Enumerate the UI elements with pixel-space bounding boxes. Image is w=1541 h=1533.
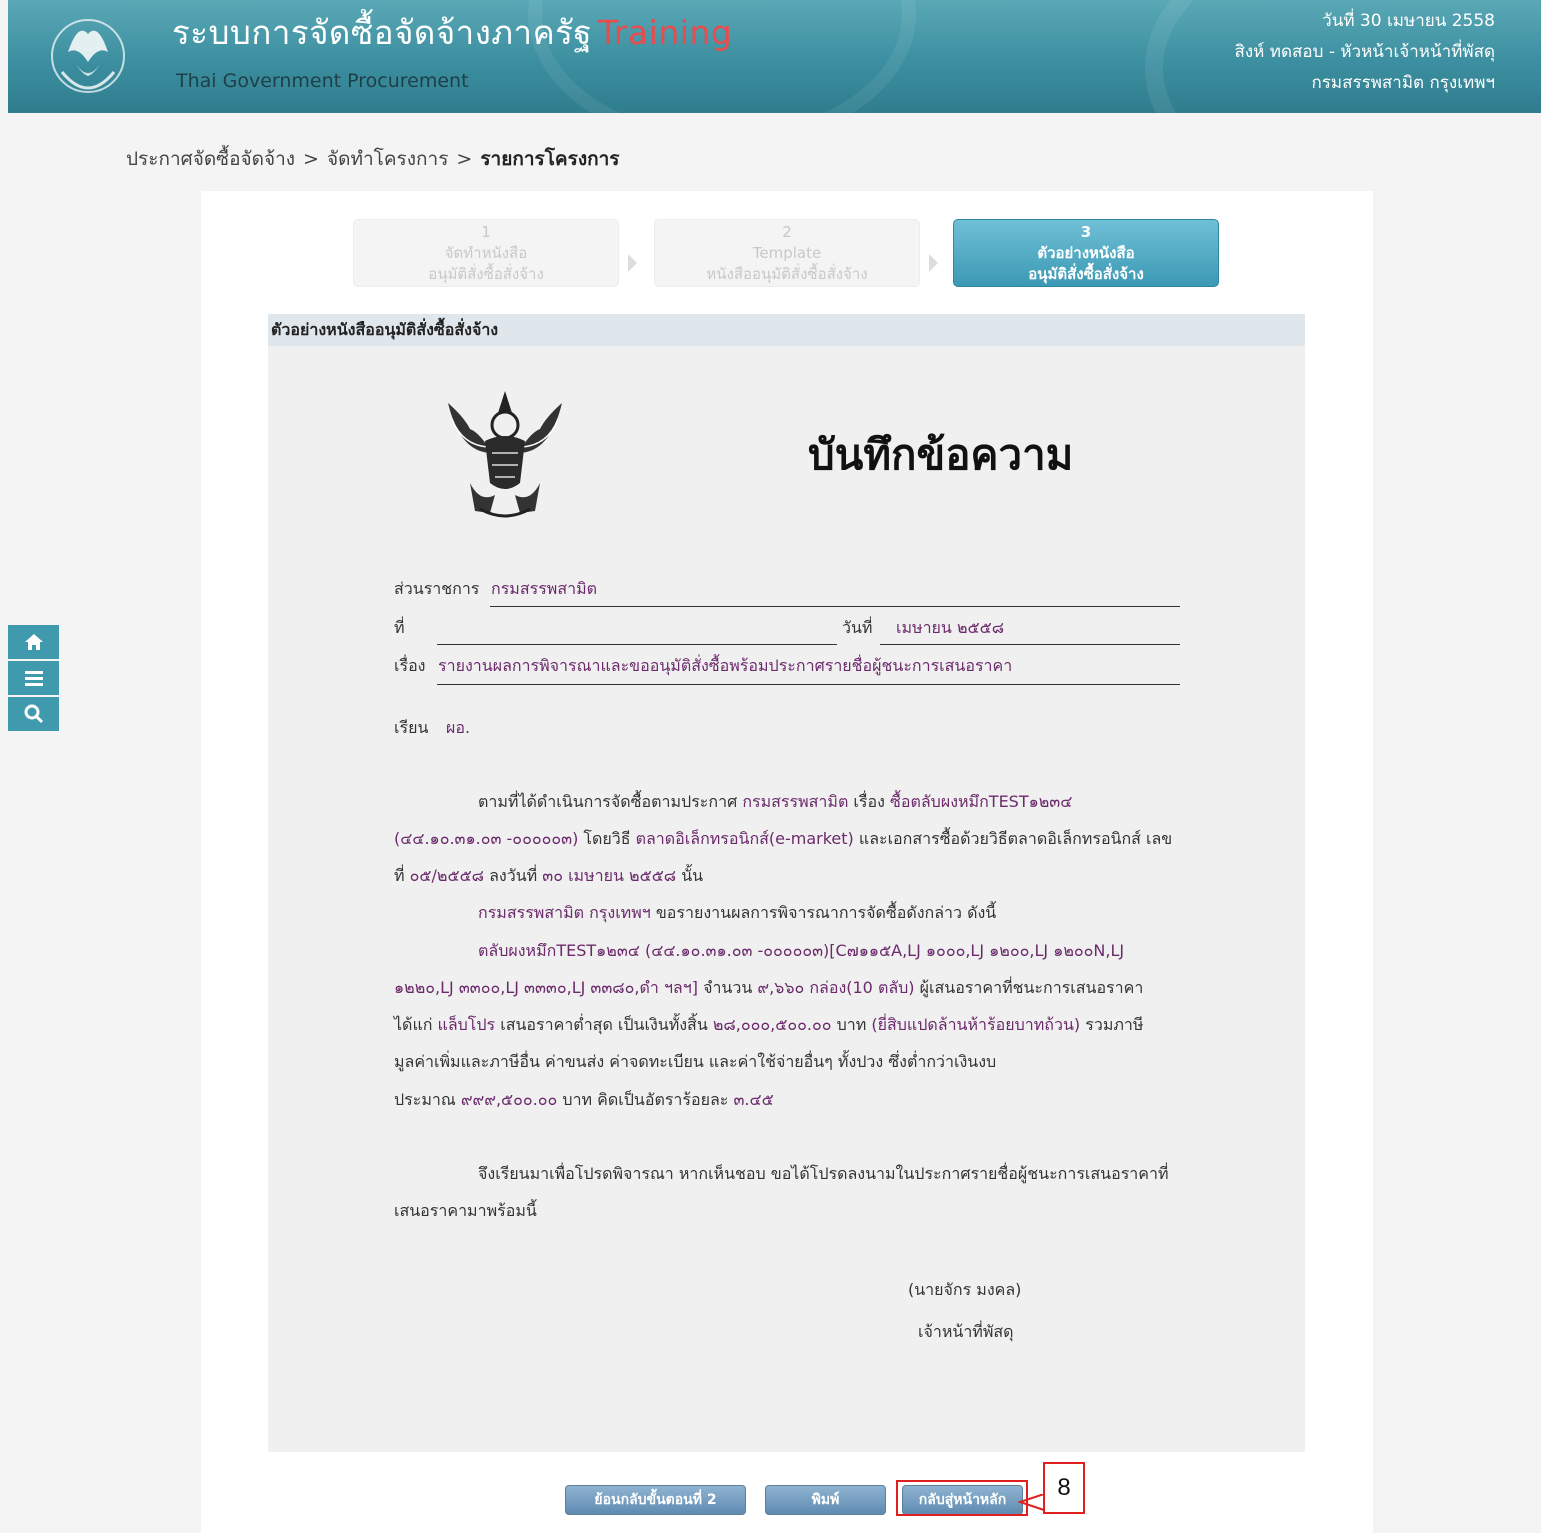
step-number: 2 xyxy=(782,223,792,241)
step-arrow-icon xyxy=(929,254,938,272)
divider xyxy=(490,606,1180,607)
paragraph-line: (๔๔.๑๐.๓๑.๐๓ -๐๐๐๐๐๓) โดยวิธี ตลาดอิเล็ก… xyxy=(394,829,1173,848)
dept-value: กรมสรรพสามิต xyxy=(491,579,598,598)
paragraph-line: ตลับผงหมึกTEST๑๒๓๔ (๔๔.๑๐.๓๑.๐๓ -๐๐๐๐๐๓)… xyxy=(478,941,1125,960)
step-label: อนุมัติสั่งซื้อสั่งจ้าง xyxy=(428,265,544,283)
to-value: ผอ. xyxy=(446,718,471,737)
home-button[interactable] xyxy=(8,625,59,659)
app-subtitle: Thai Government Procurement xyxy=(176,70,469,92)
paragraph-line: มูลค่าเพิ่มและภาษีอื่น ค่าขนส่ง ค่าจดทะเ… xyxy=(394,1052,997,1071)
training-label: Training xyxy=(598,13,733,52)
back-to-step-2-button[interactable]: ย้อนกลับขั้นตอนที่ 2 xyxy=(565,1485,746,1515)
memo-document xyxy=(268,346,1305,1452)
breadcrumb-separator: > xyxy=(456,148,473,170)
app-title: ระบบการจัดซื้อจัดจ้างภาครัฐ Training xyxy=(172,13,733,52)
step-number: 3 xyxy=(1080,223,1092,241)
date-value: เมษายน ๒๕๕๘ xyxy=(896,618,1005,637)
step-arrow-icon xyxy=(628,254,637,272)
callout-highlight xyxy=(896,1480,1028,1516)
paragraph-line: ๑๒๒๐,LJ ๓๓๐๐,LJ ๓๓๓๐,LJ ๓๓๘๐,ดำ ฯลฯ] จำน… xyxy=(394,978,1144,997)
paragraph-line: จึงเรียนมาเพื่อโปรดพิจารณา หากเห็นชอบ ขอ… xyxy=(478,1164,1169,1183)
breadcrumb-separator: > xyxy=(303,148,319,170)
side-nav xyxy=(8,625,59,733)
search-button[interactable] xyxy=(8,697,59,731)
breadcrumb-item-project-list: รายการโครงการ xyxy=(480,148,620,170)
home-icon xyxy=(24,634,43,650)
paragraph-line: ที่ ๐๕/๒๕๕๘ ลงวันที่ ๓๐ เมษายน ๒๕๕๘ นั้น xyxy=(394,866,704,885)
ref-label: ที่ xyxy=(394,618,405,637)
paragraph-line: ได้แก่ แล็บโปร เสนอราคาต่ำสุด เป็นเงินทั… xyxy=(394,1015,1144,1034)
memo-title: บันทึกข้อความ xyxy=(808,430,1074,479)
step-label: ตัวอย่างหนังสือ xyxy=(1037,244,1135,262)
date-label: วันที่ xyxy=(842,618,873,637)
step-label: จัดทำหนังสือ xyxy=(444,244,528,262)
paragraph-line: ประมาณ ๙๙๙,๕๐๐.๐๐ บาท คิดเป็นอัตราร้อยละ… xyxy=(394,1090,774,1109)
step-label: Template xyxy=(752,244,822,262)
breadcrumb-item-create-project[interactable]: จัดทำโครงการ xyxy=(327,148,448,170)
breadcrumb: ประกาศจัดซื้อจัดจ้าง > จัดทำโครงการ > รายการ… xyxy=(126,144,620,174)
search-icon xyxy=(24,704,43,724)
signer-name: (นายจักร มงคล) xyxy=(908,1280,1022,1299)
header-banner: ระบบการจัดซื้อจัดจ้างภาครัฐ Training Thai… xyxy=(8,0,1541,113)
step-2: 2 Template หนังสืออนุมัติสั่งซื้อสั่งจ้า… xyxy=(654,219,920,287)
dept-label: ส่วนราชการ xyxy=(394,579,480,598)
step-number: 1 xyxy=(481,223,491,241)
user-org: กรมสรรพสามิต กรุงเทพฯ xyxy=(1311,73,1495,93)
menu-icon xyxy=(24,671,43,686)
print-button[interactable]: พิมพ์ xyxy=(765,1485,886,1515)
step-1: 1 จัดทำหนังสือ อนุมัติสั่งซื้อสั่งจ้าง xyxy=(353,219,619,287)
step-label: หนังสืออนุมัติสั่งซื้อสั่งจ้าง xyxy=(706,265,868,283)
callout-number: 8 xyxy=(1043,1462,1085,1514)
subject-label: เรื่อง xyxy=(394,656,426,675)
user-info: วันที่ 30 เมษายน 2558 สิงห์ ทดสอบ - หัวห… xyxy=(1235,6,1496,99)
subject-value: รายงานผลการพิจารณาและขออนุมัติสั่งซื้อพร… xyxy=(438,656,1013,675)
comptroller-logo xyxy=(51,19,125,93)
step-3-active: 3 ตัวอย่างหนังสือ อนุมัติสั่งซื้อสั่งจ้า… xyxy=(953,219,1219,287)
paragraph-line: กรมสรรพสามิต กรุงเทพฯ ขอรายงานผลการพิจาร… xyxy=(478,903,997,922)
breadcrumb-item-announcement[interactable]: ประกาศจัดซื้อจัดจ้าง xyxy=(126,148,295,170)
paragraph-line: เสนอราคามาพร้อมนี้ xyxy=(394,1201,537,1220)
section-title: ตัวอย่างหนังสืออนุมัติสั่งซื้อสั่งจ้าง xyxy=(268,314,1305,346)
garuda-emblem xyxy=(448,391,562,518)
divider xyxy=(880,644,1180,645)
to-label: เรียน xyxy=(394,718,429,737)
user-name: สิงห์ ทดสอบ - หัวหน้าเจ้าหน้าที่พัสดุ xyxy=(1234,42,1496,62)
menu-button[interactable] xyxy=(8,661,59,695)
divider xyxy=(437,644,837,645)
paragraph-line: ตามที่ได้ดำเนินการจัดซื้อตามประกาศ กรมสร… xyxy=(478,792,1073,811)
signer-position: เจ้าหน้าที่พัสดุ xyxy=(918,1322,1014,1341)
divider xyxy=(437,684,1180,685)
current-date: วันที่ 30 เมษายน 2558 xyxy=(1322,11,1495,31)
step-label: อนุมัติสั่งซื้อสั่งจ้าง xyxy=(1028,265,1144,283)
